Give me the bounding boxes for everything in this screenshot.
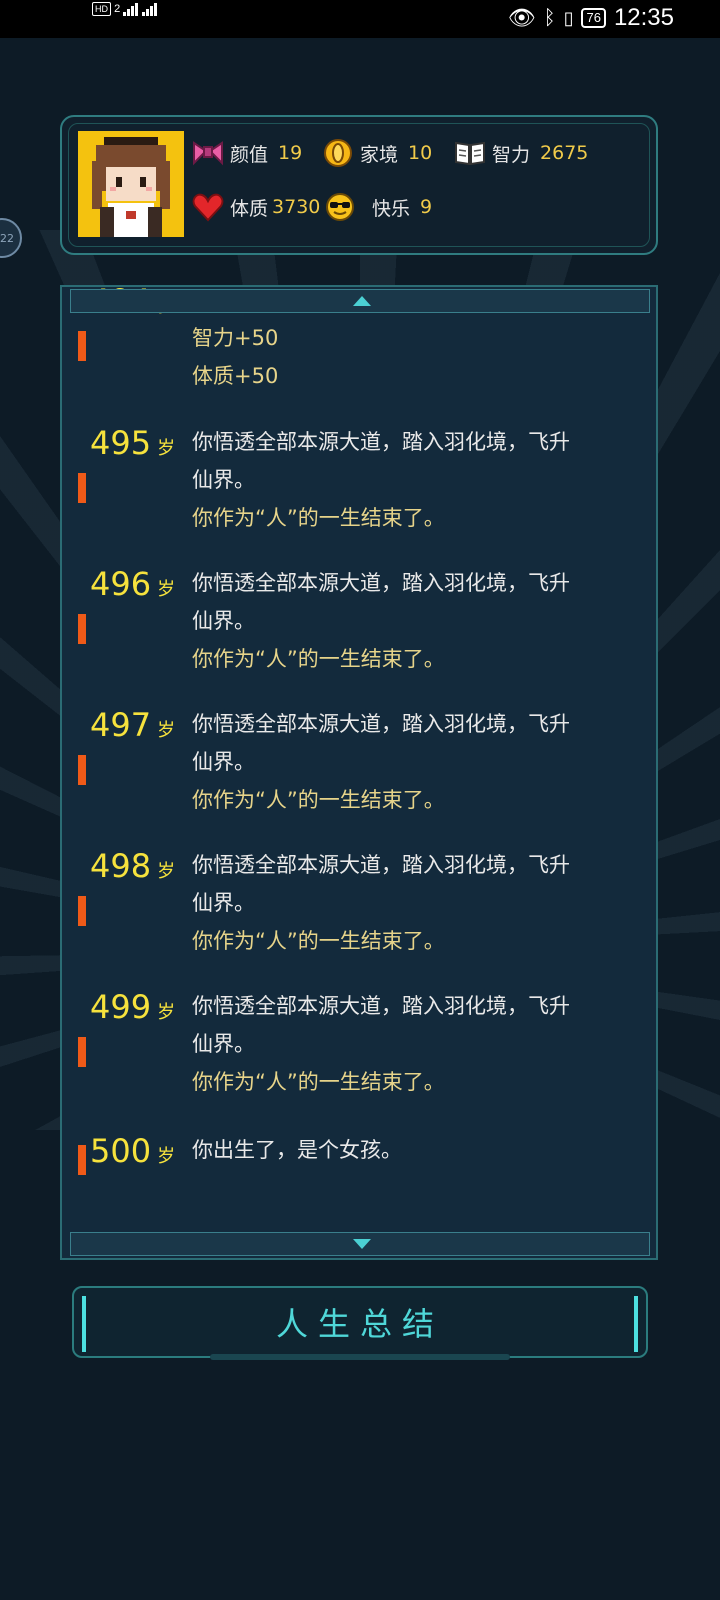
side-badge-text: 22 <box>0 231 14 245</box>
eye-icon: 👁 <box>507 5 536 30</box>
sim-number: 2 <box>114 3 121 15</box>
heart-icon <box>192 193 224 222</box>
arrow-down-icon <box>353 1239 371 1249</box>
stat-physique: 体质 3730 <box>192 191 320 223</box>
stat-happiness: 快乐 9 <box>324 191 432 223</box>
stat-family-value: 10 <box>408 142 433 164</box>
log-age-unit: 岁 <box>157 861 176 882</box>
coin-icon <box>324 139 352 167</box>
log-line: 你悟透全部本源大道，踏入羽化境，飞升 <box>192 571 570 595</box>
avatar <box>78 131 184 237</box>
log-texts: 你悟透全部本源大道，踏入羽化境，飞升 仙界。你作为“人”的一生结束了。 <box>192 846 632 960</box>
log-line: 仙界。 <box>192 609 255 633</box>
log-age: 500 岁 <box>90 1131 175 1177</box>
log-age-number: 495 <box>90 424 152 462</box>
signal-5g-icon <box>142 3 158 16</box>
bow-icon <box>193 141 223 166</box>
battery-level: 76 <box>581 8 606 28</box>
button-underline <box>210 1354 510 1360</box>
scroll-down-bar[interactable] <box>70 1232 650 1256</box>
vibrate-icon: ▯ <box>563 7 574 28</box>
scroll-up-bar[interactable] <box>70 289 650 313</box>
log-line: 体质+50 <box>192 364 279 388</box>
log-line: 你作为“人”的一生结束了。 <box>192 647 445 671</box>
log-line: 你出生了，是个女孩。 <box>192 1138 402 1162</box>
log-line: 你悟透全部本源大道，踏入羽化境，飞升 <box>192 712 570 736</box>
stat-happiness-label: 快乐 <box>372 197 411 220</box>
log-line: 仙界。 <box>192 750 255 774</box>
status-bar: HD 2 👁 ᛒ ▯ 76 12:35 <box>0 0 720 38</box>
log-age: 497 岁 <box>90 705 175 751</box>
log-line: 你作为“人”的一生结束了。 <box>192 506 445 530</box>
log-texts: 你出生了，是个女孩。 <box>192 1131 632 1169</box>
attributes-panel: 颜值 19 家境 10 智力 2675 体质 3730 快乐 9 <box>60 115 658 255</box>
stat-physique-value: 3730 <box>272 196 321 218</box>
log-age: 495 岁 <box>90 423 175 469</box>
log-marker <box>78 331 86 361</box>
network-indicators: HD 2 <box>92 2 158 16</box>
pixel-girl-avatar <box>78 131 184 237</box>
stat-intelligence: 智力 2675 <box>454 137 588 169</box>
log-marker <box>78 473 86 503</box>
stat-intelligence-label: 智力 <box>492 143 531 166</box>
stat-physique-label: 体质 <box>230 197 269 220</box>
clock: 12:35 <box>613 4 674 31</box>
log-line: 你悟透全部本源大道，踏入羽化境，飞升 <box>192 853 570 877</box>
log-age-unit: 岁 <box>157 720 176 741</box>
life-summary-button[interactable]: 人生总结 <box>72 1286 648 1358</box>
life-log-panel[interactable]: 494岁你悟出了空间大道。智力+50体质+50495岁你悟透全部本源大道，踏入羽… <box>60 285 658 1260</box>
life-log-list[interactable]: 494岁你悟出了空间大道。智力+50体质+50495岁你悟透全部本源大道，踏入羽… <box>62 287 656 1227</box>
log-age-number: 499 <box>90 988 152 1026</box>
stat-family-label: 家境 <box>360 143 399 166</box>
log-age-unit: 岁 <box>157 438 176 459</box>
log-line: 你作为“人”的一生结束了。 <box>192 788 445 812</box>
log-line: 仙界。 <box>192 468 255 492</box>
log-texts: 你悟透全部本源大道，踏入羽化境，飞升 仙界。你作为“人”的一生结束了。 <box>192 987 632 1101</box>
log-age: 496 岁 <box>90 564 175 610</box>
log-line: 智力+50 <box>192 326 279 350</box>
log-age-unit: 岁 <box>157 579 176 600</box>
stat-looks-label: 颜值 <box>230 143 269 166</box>
log-marker <box>78 755 86 785</box>
log-marker <box>78 1037 86 1067</box>
log-age: 498 岁 <box>90 846 175 892</box>
log-age-number: 496 <box>90 565 152 603</box>
stat-intelligence-value: 2675 <box>540 142 589 164</box>
log-texts: 你悟透全部本源大道，踏入羽化境，飞升 仙界。你作为“人”的一生结束了。 <box>192 423 632 537</box>
log-age-unit: 岁 <box>157 1002 176 1023</box>
stat-family: 家境 10 <box>322 137 432 169</box>
log-age: 499 岁 <box>90 987 175 1033</box>
book-icon <box>455 141 485 166</box>
log-line: 仙界。 <box>192 891 255 915</box>
sunglasses-face-icon <box>326 193 354 221</box>
log-line: 你悟透全部本源大道，踏入羽化境，飞升 <box>192 430 570 454</box>
stat-looks-value: 19 <box>278 142 303 164</box>
status-right: 👁 ᛒ ▯ 76 12:35 <box>508 4 674 32</box>
hd-badge: HD <box>92 2 111 16</box>
arrow-up-icon <box>353 296 371 306</box>
life-summary-label: 人生总结 <box>275 1305 444 1343</box>
log-age-number: 498 <box>90 847 152 885</box>
log-line: 你作为“人”的一生结束了。 <box>192 1070 445 1094</box>
stat-happiness-value: 9 <box>420 196 433 218</box>
bluetooth-icon: ᛒ <box>543 6 556 29</box>
log-age-number: 500 <box>90 1132 152 1170</box>
log-age-unit: 岁 <box>157 1146 176 1167</box>
signal-icon <box>123 3 139 16</box>
log-line: 仙界。 <box>192 1032 255 1056</box>
log-texts: 你悟透全部本源大道，踏入羽化境，飞升 仙界。你作为“人”的一生结束了。 <box>192 564 632 678</box>
log-marker <box>78 896 86 926</box>
log-marker <box>78 614 86 644</box>
stat-looks: 颜值 19 <box>192 137 302 169</box>
log-line: 你悟透全部本源大道，踏入羽化境，飞升 <box>192 994 570 1018</box>
log-age-number: 497 <box>90 706 152 744</box>
log-line: 你作为“人”的一生结束了。 <box>192 929 445 953</box>
log-texts: 你悟透全部本源大道，踏入羽化境，飞升 仙界。你作为“人”的一生结束了。 <box>192 705 632 819</box>
log-marker <box>78 1145 86 1175</box>
